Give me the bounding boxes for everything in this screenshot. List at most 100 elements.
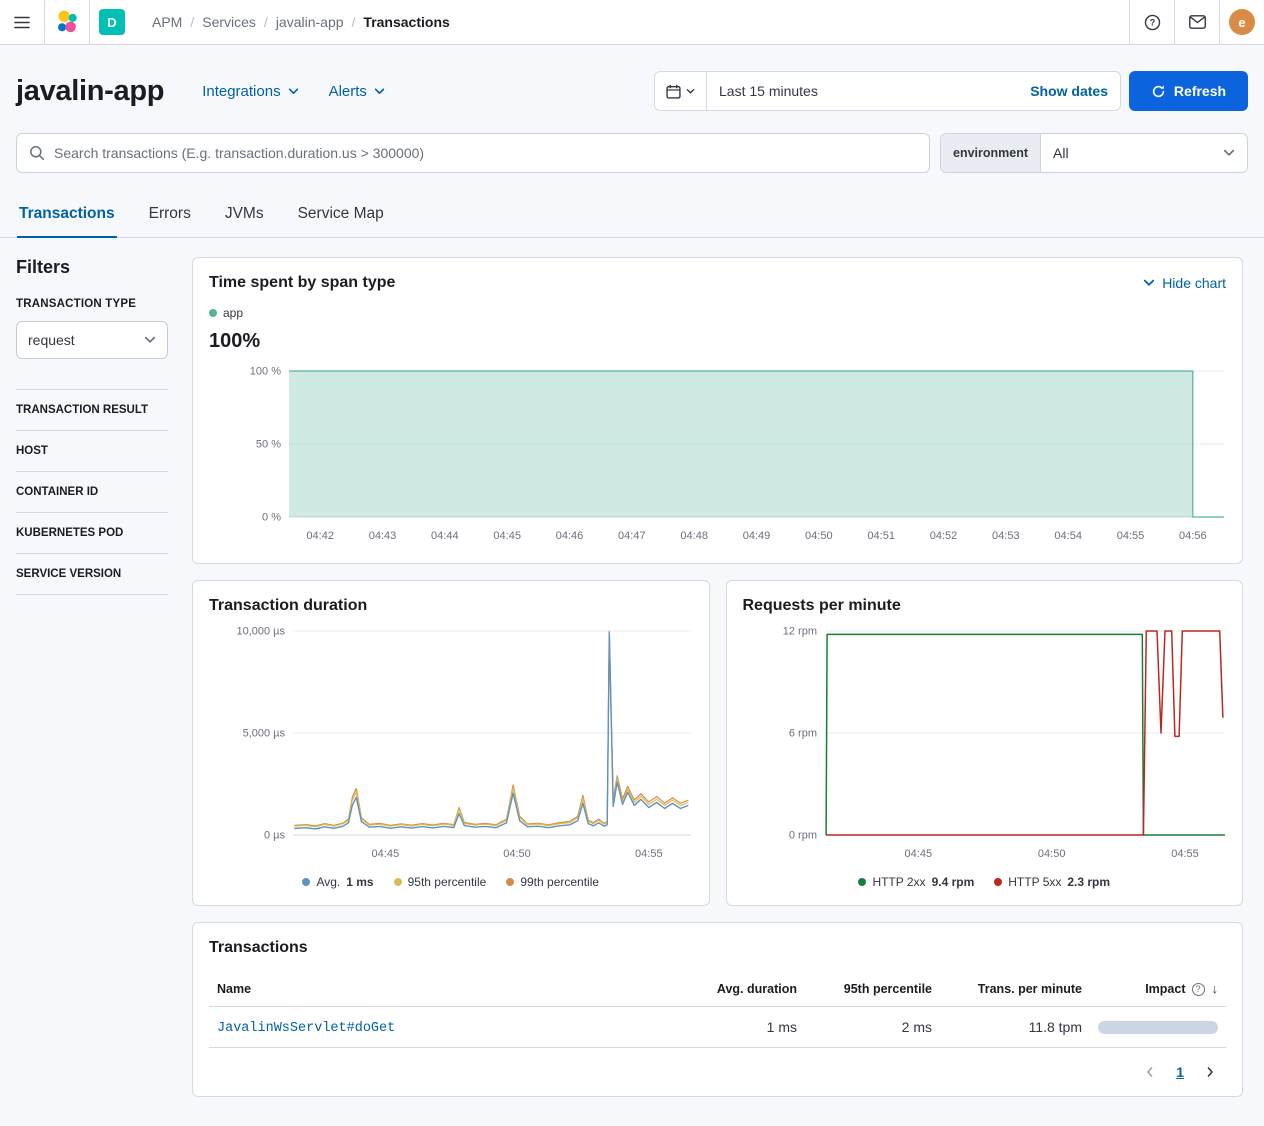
chart-svg: 0 rpm6 rpm12 rpm04:4504:5004:55 (743, 623, 1227, 865)
tab-jvms[interactable]: JVMs (223, 195, 266, 238)
quick-select-button[interactable] (655, 72, 707, 110)
legend-item-http-2xx[interactable]: HTTP 2xx9.4 rpm (858, 875, 974, 889)
legend-label: HTTP 2xx (872, 875, 925, 889)
column-header-95th-percentile[interactable]: 95th percentile (805, 971, 940, 1007)
column-header-name[interactable]: Name (209, 971, 670, 1007)
transaction-duration-chart[interactable]: 0 µs5,000 µs10,000 µs04:4504:5004:55 (209, 623, 693, 865)
legend-item-95th-percentile[interactable]: 95th percentile (394, 875, 487, 889)
chart-svg: 0 µs5,000 µs10,000 µs04:4504:5004:55 (209, 623, 693, 865)
tab-service-map[interactable]: Service Map (296, 195, 386, 238)
time-spent-by-span-type-card: Time spent by span type Hide chart app 1… (192, 257, 1243, 564)
filter-section-service-version[interactable]: SERVICE VERSION (16, 554, 168, 595)
previous-page-button[interactable] (1144, 1066, 1156, 1078)
svg-text:04:51: 04:51 (867, 530, 895, 542)
legend-item-app[interactable]: app (209, 306, 243, 320)
transactions-table-title: Transactions (209, 939, 1226, 957)
legend-label: HTTP 5xx (1008, 875, 1061, 889)
chevron-down-icon (374, 86, 385, 97)
hide-chart-label: Hide chart (1162, 275, 1226, 291)
legend-dot-icon (858, 878, 866, 886)
cell-95th-percentile: 2 ms (805, 1007, 940, 1048)
breadcrumb-item-javalin-app[interactable]: javalin-app (276, 14, 344, 30)
column-label: Impact (1145, 982, 1185, 996)
elastic-logo (54, 9, 80, 35)
requests-per-minute-legend: HTTP 2xx9.4 rpm HTTP 5xx 2.3 rpm (743, 875, 1227, 889)
notifications-button[interactable] (1175, 0, 1219, 44)
legend-item-http-5xx[interactable]: HTTP 5xx 2.3 rpm (994, 875, 1110, 889)
search-box (16, 133, 930, 173)
environment-select[interactable]: All (1041, 134, 1247, 172)
span-type-legend: app (209, 306, 1226, 320)
legend-item-avg[interactable]: Avg. 1 ms (302, 875, 373, 889)
transaction-duration-legend: Avg. 1 ms 95th percentile 99th percentile (209, 875, 693, 889)
transactions-table-card: Transactions NameAvg. duration95th perce… (192, 922, 1243, 1097)
search-transactions-input[interactable] (54, 145, 917, 161)
requests-per-minute-card: Requests per minute 0 rpm6 rpm12 rpm04:4… (726, 580, 1244, 906)
time-range-value[interactable]: Last 15 minutes (707, 83, 818, 99)
transaction-link[interactable]: JavalinWsServlet#doGet (217, 1021, 395, 1036)
legend-label: Avg. (316, 875, 340, 889)
tab-transactions[interactable]: Transactions (17, 195, 117, 238)
column-header-impact[interactable]: Impact?↓ (1090, 971, 1226, 1007)
legend-dot-icon (209, 309, 217, 317)
menu-button[interactable] (0, 0, 44, 44)
filter-section-kubernetes-pod[interactable]: KUBERNETES POD (16, 513, 168, 554)
elastic-home-button[interactable] (45, 0, 89, 44)
pagination: 1 (209, 1064, 1226, 1080)
super-date-picker: Last 15 minutes Show dates (654, 71, 1121, 111)
svg-text:04:45: 04:45 (493, 530, 521, 542)
column-header-avg-duration[interactable]: Avg. duration (670, 971, 805, 1007)
legend-value: 2.3 rpm (1067, 875, 1110, 889)
hide-chart-button[interactable]: Hide chart (1143, 275, 1226, 291)
svg-text:10,000 µs: 10,000 µs (236, 626, 285, 638)
chevron-down-icon (686, 87, 695, 96)
next-page-button[interactable] (1204, 1066, 1216, 1078)
impact-help-icon[interactable]: ? (1192, 983, 1205, 996)
svg-text:04:48: 04:48 (680, 530, 708, 542)
show-dates-button[interactable]: Show dates (1030, 83, 1108, 99)
filter-section-transaction-result[interactable]: TRANSACTION RESULT (16, 390, 168, 431)
user-menu-button[interactable]: e (1220, 0, 1264, 44)
page-title: javalin-app (16, 75, 164, 108)
chevron-left-icon (1144, 1066, 1156, 1078)
chevron-down-icon (1223, 147, 1235, 159)
span-type-chart[interactable]: 0 %50 %100 %04:4204:4304:4404:4504:4604:… (209, 361, 1226, 547)
svg-text:6 rpm: 6 rpm (788, 728, 816, 740)
svg-text:5,000 µs: 5,000 µs (243, 728, 286, 740)
svg-text:04:45: 04:45 (904, 848, 932, 860)
breadcrumb-item-services[interactable]: Services (202, 14, 256, 30)
help-button[interactable]: ? (1130, 0, 1174, 44)
svg-text:04:46: 04:46 (556, 530, 584, 542)
filters-heading: Filters (16, 257, 168, 278)
column-label: Trans. per minute (978, 982, 1082, 996)
svg-text:0 %: 0 % (262, 512, 281, 524)
chevron-right-icon (1204, 1066, 1216, 1078)
requests-per-minute-chart[interactable]: 0 rpm6 rpm12 rpm04:4504:5004:55 (743, 623, 1227, 865)
search-row: environment All (0, 133, 1264, 173)
svg-text:04:44: 04:44 (431, 530, 459, 542)
legend-item-99th-percentile[interactable]: 99th percentile (506, 875, 599, 889)
environment-filter: environment All (940, 133, 1248, 173)
svg-text:100 %: 100 % (250, 366, 281, 378)
space-switcher[interactable]: D (90, 0, 134, 44)
breadcrumb-item-apm[interactable]: APM (152, 14, 182, 30)
alerts-menu-button[interactable]: Alerts (329, 83, 385, 100)
filters-sidebar: Filters TRANSACTION TYPE request TRANSAC… (16, 257, 168, 1097)
chevron-down-icon (144, 334, 156, 346)
refresh-button[interactable]: Refresh (1129, 71, 1248, 111)
integrations-menu-button[interactable]: Integrations (202, 83, 298, 100)
svg-text:04:52: 04:52 (930, 530, 958, 542)
filter-section-host[interactable]: HOST (16, 431, 168, 472)
filter-section-container-id[interactable]: CONTAINER ID (16, 472, 168, 513)
column-header-trans-per-minute[interactable]: Trans. per minute (940, 971, 1090, 1007)
space-badge: D (99, 9, 125, 35)
svg-text:04:49: 04:49 (743, 530, 771, 542)
svg-text:04:50: 04:50 (503, 848, 531, 860)
transaction-type-select[interactable]: request (16, 321, 168, 359)
page-number-1[interactable]: 1 (1176, 1064, 1184, 1080)
svg-text:04:55: 04:55 (1117, 530, 1145, 542)
tab-errors[interactable]: Errors (147, 195, 193, 238)
legend-value: 1 ms (346, 875, 373, 889)
cell-trans-per-minute: 11.8 tpm (940, 1007, 1090, 1048)
breadcrumb-separator: / (352, 14, 356, 30)
